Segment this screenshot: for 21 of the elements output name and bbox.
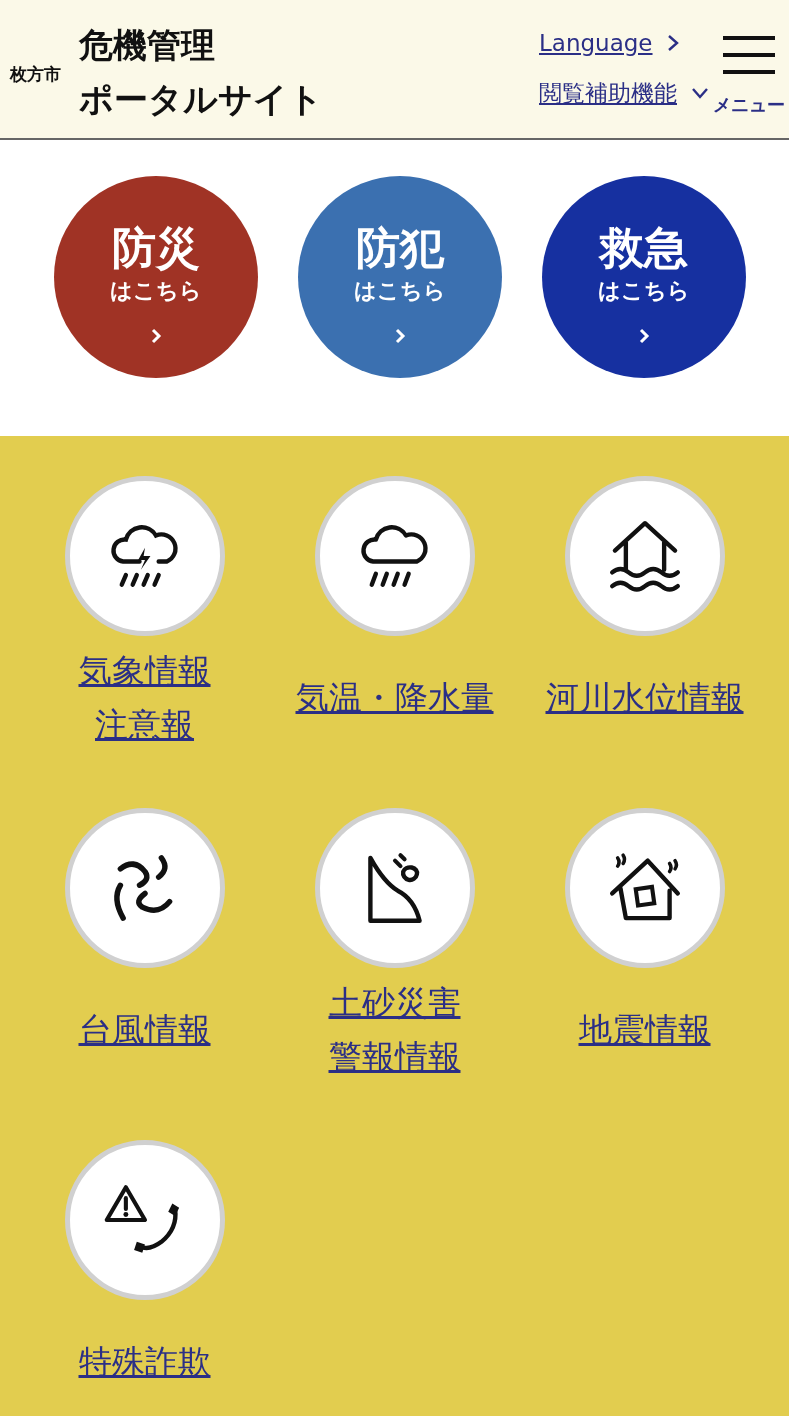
chevron-right-icon [666,32,679,53]
category-button[interactable]: 救急 はこちら [542,176,746,378]
chevron-right-icon [638,328,650,345]
accessibility-link[interactable]: 閲覧補助機能 [539,77,709,109]
chevron-right-icon [394,328,406,345]
menu-icon[interactable] [723,35,775,75]
info-link[interactable]: 土砂災害 警報情報 [328,976,461,1084]
chevron-down-icon [691,87,709,99]
info-link[interactable]: 気象情報 注意報 [78,644,211,752]
info-link[interactable]: 台風情報 [78,1003,211,1057]
info-link[interactable]: 河川水位情報 [545,671,744,725]
language-link[interactable]: Language [539,29,709,56]
info-link[interactable]: 特殊詐欺 [78,1335,211,1389]
info-link[interactable]: 気温・降水量 [295,671,494,725]
site-title[interactable]: 危機管理 ポータルサイト [79,18,323,126]
city-name: 枚方市 [10,62,61,86]
info-link[interactable]: 地震情報 [578,1003,711,1057]
category-button[interactable]: 防犯 はこちら [298,176,502,378]
chevron-right-icon [150,328,162,345]
menu-label[interactable]: メニュー [713,93,785,117]
category-button[interactable]: 防災 はこちら [54,176,258,378]
